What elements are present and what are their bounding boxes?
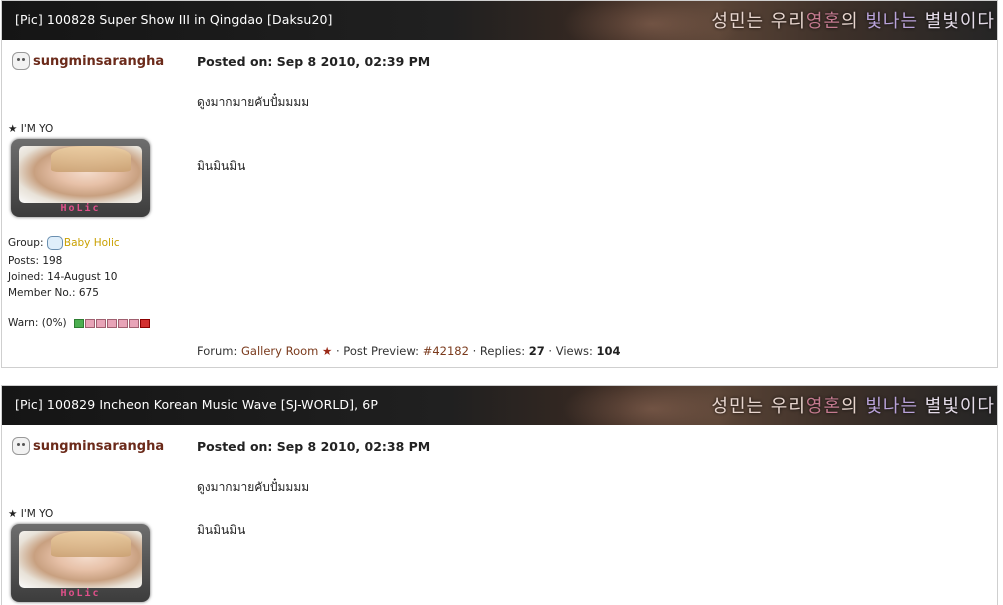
post-2: [Pic] 100829 Incheon Korean Music Wave […: [1, 385, 998, 605]
post-body-line: มินมินมิน: [197, 523, 246, 537]
post-header: [Pic] 100828 Super Show III in Qingdao […: [2, 1, 997, 40]
warn-increase-icon[interactable]: [140, 318, 151, 328]
header-banner-text: 성민는 우리영혼의 빛나는 별빛이다: [711, 396, 995, 417]
warn-level-box: [118, 318, 129, 328]
member-posts: Posts: 198: [8, 255, 63, 267]
post-header: [Pic] 100829 Incheon Korean Music Wave […: [2, 386, 997, 425]
author-name[interactable]: sungminsarangha: [12, 437, 164, 455]
group-link[interactable]: Baby Holic: [64, 237, 120, 249]
member-group: Group: Baby Holic: [8, 236, 120, 250]
replies-count: 27: [528, 344, 545, 358]
member-number: Member No.: 675: [8, 287, 99, 299]
post-title-link[interactable]: [Pic] 100828 Super Show III in Qingdao […: [15, 12, 333, 27]
post-title-link[interactable]: [Pic] 100829 Incheon Korean Music Wave […: [15, 397, 378, 412]
star-icon: ★: [8, 123, 18, 135]
user-face-icon: [12, 52, 30, 70]
post-body-line: ดูงมากมายคับปั๋มมมม: [197, 95, 310, 109]
post-1: [Pic] 100828 Super Show III in Qingdao […: [1, 0, 998, 368]
star-icon: ★: [8, 508, 18, 520]
forum-link[interactable]: Gallery Room: [241, 344, 318, 358]
avatar: HoLic: [11, 524, 150, 602]
member-title: ★ I'M YO: [8, 123, 54, 135]
header-banner-text: 성민는 우리영혼의 빛나는 별빛이다: [711, 11, 995, 32]
warn-level-box: [85, 318, 96, 328]
author-name[interactable]: sungminsarangha: [12, 52, 164, 70]
posted-on: Posted on: Sep 8 2010, 02:39 PM: [197, 54, 431, 69]
post-body-line: มินมินมิน: [197, 159, 246, 173]
warn-level-box: [129, 318, 140, 328]
post-preview-link[interactable]: #42182: [423, 344, 469, 358]
warn-level-box: [96, 318, 107, 328]
warn-level: Warn: (0%): [8, 317, 151, 329]
post-body-line: ดูงมากมายคับปั๋มมมม: [197, 480, 310, 494]
member-title: ★ I'M YO: [8, 508, 54, 520]
warn-level-box: [107, 318, 118, 328]
star-icon: ★: [322, 344, 333, 358]
posted-on: Posted on: Sep 8 2010, 02:38 PM: [197, 439, 431, 454]
member-joined: Joined: 14-August 10: [8, 271, 118, 283]
warn-decrease-icon[interactable]: [74, 318, 85, 328]
views-count: 104: [596, 344, 621, 358]
avatar: HoLic: [11, 139, 150, 217]
user-face-icon: [12, 437, 30, 455]
post-footer: Forum: Gallery Room ★ · Post Preview: #4…: [197, 344, 621, 358]
group-badge-icon: [46, 236, 63, 250]
